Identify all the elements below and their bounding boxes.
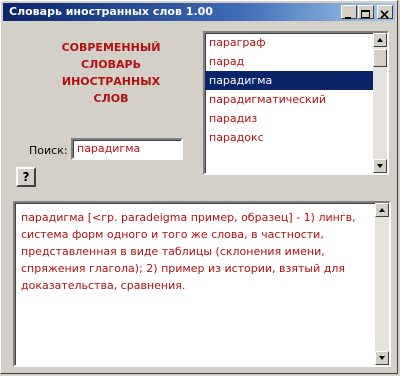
scroll-thumb[interactable] (373, 49, 387, 67)
close-button[interactable] (377, 5, 393, 19)
search-input[interactable]: парадигма (71, 138, 183, 160)
scroll-up-button[interactable] (373, 33, 387, 47)
arrow-down-icon (377, 164, 383, 168)
heading-line: ИНОСТРАННЫХ (61, 75, 161, 88)
word-list-item[interactable]: парадигматический (205, 90, 387, 109)
heading-line: СЛОВ (93, 92, 129, 105)
word-list-item[interactable]: параграф (205, 33, 387, 52)
app-window: Словарь иностранных слов 1.00 СОВРЕМЕННЫ… (0, 0, 398, 374)
title-bar[interactable]: Словарь иностранных слов 1.00 (3, 3, 395, 21)
scroll-down-button[interactable] (373, 159, 387, 173)
arrow-up-icon (377, 38, 383, 42)
scroll-down-button[interactable] (375, 351, 389, 365)
search-label: Поиск: (29, 144, 68, 157)
arrow-up-icon (379, 208, 385, 212)
heading-line: СОВРЕМЕННЫЙ (61, 41, 161, 54)
scroll-up-button[interactable] (375, 203, 389, 217)
window-title: Словарь иностранных слов 1.00 (9, 5, 213, 18)
definition-scrollbar[interactable] (375, 203, 389, 365)
minimize-icon (345, 17, 351, 19)
word-list-items: параграф парад парадигма парадигматическ… (205, 33, 387, 147)
app-heading: СОВРЕМЕННЫЙ СЛОВАРЬ ИНОСТРАННЫХ СЛОВ (41, 39, 181, 107)
maximize-icon (361, 10, 370, 18)
definition-box[interactable]: парадигма [<гр. paradeigma пример, образ… (13, 201, 391, 367)
word-list-item[interactable]: парадокс (205, 128, 387, 147)
help-button[interactable]: ? (16, 167, 36, 187)
maximize-button[interactable] (358, 5, 374, 19)
word-list[interactable]: параграф парад парадигма парадигматическ… (203, 31, 389, 175)
word-list-item-selected[interactable]: парадигма (205, 71, 387, 90)
word-list-item[interactable]: парад (205, 52, 387, 71)
word-list-scrollbar[interactable] (373, 33, 387, 173)
word-list-item[interactable]: парадиз (205, 109, 387, 128)
arrow-down-icon (379, 356, 385, 360)
close-icon (380, 10, 389, 19)
definition-text: парадигма [<гр. paradeigma пример, образ… (21, 211, 356, 292)
heading-line: СЛОВАРЬ (81, 58, 141, 71)
minimize-button[interactable] (341, 5, 357, 19)
